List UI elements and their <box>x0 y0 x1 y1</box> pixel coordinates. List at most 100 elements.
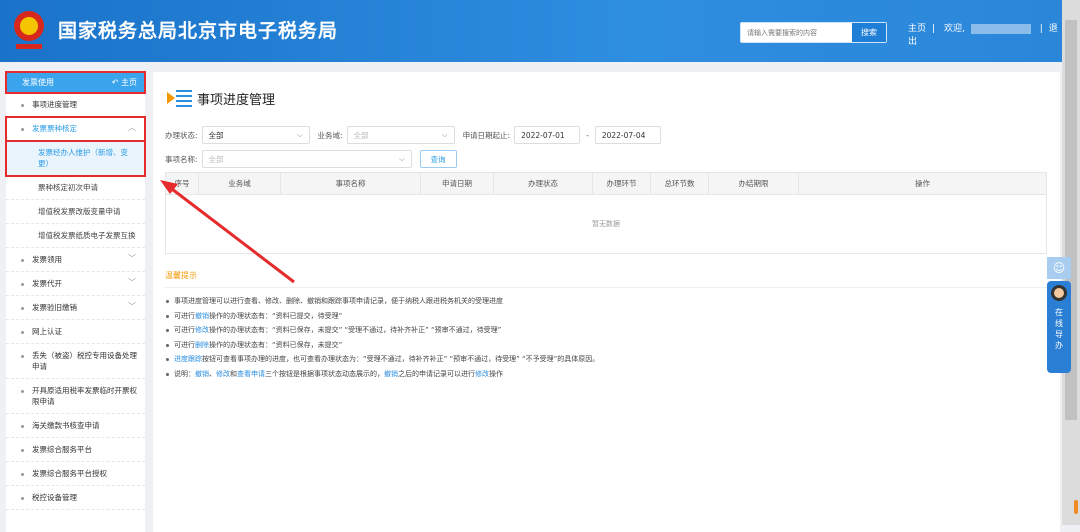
tip-keyword[interactable]: 修改 <box>195 326 209 334</box>
online-guide-button[interactable]: 在线导办 <box>1047 281 1071 373</box>
sidebar-item-service-platform[interactable]: 发票综合服务平台 <box>6 438 145 462</box>
tip-keyword[interactable]: 进度跟踪 <box>174 355 202 363</box>
home-link[interactable]: 主页 <box>908 24 926 34</box>
col-status: 办理状态 <box>494 173 593 194</box>
tip-text: 操作的办理状态有：“资料已保存，未提交” “受理不通过，待补齐补正” “预审不通… <box>209 326 502 334</box>
sidebar: 发票使用 ↶ 主页 事项进度管理 发票票种核定 ︿ 发票经办人维护（新增、变更） … <box>5 71 146 532</box>
section-label: 发票使用 <box>22 78 54 87</box>
col-date: 申请日期 <box>421 173 494 194</box>
results-table: 序号 业务域 事项名称 申请日期 办理状态 办理环节 总环节数 办结期限 操作 … <box>165 172 1047 254</box>
tips-section: 温馨提示 事项进度管理可以进行查看、修改、删除、撤销和跟踪事项申请记录，便于纳税… <box>165 270 1047 381</box>
sidebar-item-invoice-type[interactable]: 发票票种核定 ︿ <box>5 116 146 142</box>
sidebar-item-invoice-issue[interactable]: 发票代开 ﹀ <box>6 272 145 296</box>
tip-item: 事项进度管理可以进行查看、修改、删除、撤销和跟踪事项申请记录，便于纳税人跟进税务… <box>165 294 1047 309</box>
filter-form: 办理状态: 全部 ⌵ 业务域: 全部 ⌵ 申请日期起止: 2022-07-01 - … <box>165 125 669 173</box>
chevron-down-icon: ⌵ <box>296 130 303 139</box>
back-arrow-icon: ↶ <box>111 78 121 87</box>
tip-text: 说明： <box>174 369 195 378</box>
col-total-steps: 总环节数 <box>651 173 709 194</box>
welcome-text: 欢迎, <box>943 24 965 34</box>
chevron-down-icon: ⌵ <box>398 154 405 163</box>
sidebar-item-handler-maintenance[interactable]: 发票经办人维护（新增、变更） <box>5 140 146 177</box>
list-icon <box>167 90 192 107</box>
search-button[interactable]: 搜索 <box>852 23 886 42</box>
tip-keyword[interactable]: 删除 <box>195 341 209 349</box>
tip-keyword[interactable]: 修改 <box>475 370 489 378</box>
tip-text: 三个按钮是根据事项状态动态展示的， <box>265 369 384 378</box>
tip-item: 说明：撤销、修改和查看申请三个按钮是根据事项状态动态展示的，撤销之后的申请记录可… <box>165 367 1047 382</box>
sidebar-item-device-mgmt[interactable]: 税控设备管理 <box>6 486 145 510</box>
tax-emblem-logo <box>14 11 44 49</box>
tip-item: 可进行删除操作的办理状态有：“资料已保存，未提交” <box>165 338 1047 353</box>
sidebar-item-vat-change[interactable]: 增值税发票改版变量申请 <box>6 200 145 224</box>
sidebar-item-lost-device[interactable]: 丢失（被盗）税控专用设备处理申请 <box>6 344 145 379</box>
empty-message: 暂无数据 <box>592 220 620 228</box>
chevron-down-icon: ﹀ <box>128 278 136 287</box>
top-links: 主页 | 欢迎, | 退出 <box>908 23 1058 47</box>
tips-list: 事项进度管理可以进行查看、修改、删除、撤销和跟踪事项申请记录，便于纳税人跟进税务… <box>165 294 1047 381</box>
tip-text: 操作的办理状态有：“资料已保存，未提交” <box>209 340 343 349</box>
tip-keyword[interactable]: 撤销 <box>384 370 398 378</box>
tip-keyword[interactable]: 撤销 <box>195 370 209 378</box>
tips-title: 温馨提示 <box>165 270 1047 288</box>
sidebar-item-online-auth[interactable]: 网上认证 <box>6 320 145 344</box>
tip-text: 按钮可查看事项办理的进度，也可查看办理状态为：“受理不通过，待补齐补正” “预审… <box>202 355 600 363</box>
sidebar-section-header: 发票使用 ↶ 主页 <box>5 71 146 94</box>
sidebar-item-old-rate[interactable]: 开具原适用税率发票临时开票权限申请 <box>6 379 145 414</box>
sidebar-item-customs[interactable]: 海关缴款书核查申请 <box>6 414 145 438</box>
tip-text: 可进行 <box>174 311 195 320</box>
tip-item: 可进行修改操作的办理状态有：“资料已保存，未提交” “受理不通过，待补齐补正” … <box>165 323 1047 338</box>
col-actions: 操作 <box>915 179 930 188</box>
sidebar-item-first-apply[interactable]: 票种核定初次申请 <box>6 176 145 200</box>
tip-item: 进度跟踪按钮可查看事项办理的进度，也可查看办理状态为：“受理不通过，待补齐补正”… <box>165 352 1047 367</box>
tip-text: 事项进度管理可以进行查看、修改、删除、撤销和跟踪事项申请记录，便于纳税人跟进税务… <box>174 297 503 305</box>
col-index: 序号 <box>166 173 199 194</box>
chevron-up-icon: ︿ <box>128 123 136 132</box>
date-to-input[interactable]: 2022-07-04 <box>594 126 661 144</box>
status-label: 办理状态: <box>165 130 198 140</box>
user-icon[interactable]: ☺ <box>1047 257 1071 279</box>
col-domain: 业务域 <box>199 173 281 194</box>
name-label: 事项名称: <box>165 154 198 164</box>
date-from-input[interactable]: 2022-07-01 <box>514 126 581 144</box>
col-deadline: 办结期限 <box>709 173 799 194</box>
tip-keyword[interactable]: 查看申请 <box>237 370 265 378</box>
status-select[interactable]: 全部 ⌵ <box>201 126 310 144</box>
scroll-marker <box>1074 500 1078 514</box>
floating-helper: ☺ 在线导办 <box>1047 257 1071 373</box>
sidebar-item-progress[interactable]: 事项进度管理 <box>6 93 145 117</box>
sidebar-item-invoice-receive[interactable]: 发票领用 ﹀ <box>6 248 145 272</box>
col-step: 办理环节 <box>593 173 651 194</box>
item-name-select[interactable]: 全部 ⌵ <box>201 150 412 168</box>
sidebar-item-vat-swap[interactable]: 增值税发票纸质电子发票互换 <box>6 224 145 248</box>
main-panel: 事项进度管理 办理状态: 全部 ⌵ 业务域: 全部 ⌵ 申请日期起止: 2022-0… <box>153 72 1060 532</box>
tip-text: 可进行 <box>174 340 195 349</box>
date-label: 申请日期起止: <box>462 130 511 140</box>
search-box: 搜索 <box>740 22 887 43</box>
chevron-down-icon: ⌵ <box>441 130 448 139</box>
tip-text: 之后的申请记录可以进行 <box>398 369 475 378</box>
header: 国家税务总局北京市电子税务局 搜索 主页| 欢迎, |退出 <box>0 0 1062 62</box>
tip-item: 可进行撤销操作的办理状态有：“资料已提交，待受理” <box>165 309 1047 324</box>
domain-label: 业务域: <box>317 130 343 140</box>
tip-text: 操作 <box>489 369 503 378</box>
tip-text: 操作的办理状态有：“资料已提交，待受理” <box>209 311 343 320</box>
sidebar-item-platform-auth[interactable]: 发票综合服务平台授权 <box>6 462 145 486</box>
col-name: 事项名称 <box>281 173 421 194</box>
chevron-down-icon: ﹀ <box>128 254 136 263</box>
search-input[interactable] <box>741 23 853 42</box>
query-button[interactable]: 查询 <box>419 150 457 168</box>
chevron-down-icon: ﹀ <box>128 302 136 311</box>
tip-text: 可进行 <box>174 326 195 334</box>
tip-keyword[interactable]: 撤销 <box>195 312 209 320</box>
home-back-button[interactable]: ↶ 主页 <box>112 77 137 88</box>
site-title: 国家税务总局北京市电子税务局 <box>58 20 339 42</box>
page-title: 事项进度管理 <box>167 88 275 108</box>
tip-text: 和 <box>230 369 237 378</box>
sidebar-item-invoice-cancel[interactable]: 发票验旧缴销 ﹀ <box>6 296 145 320</box>
support-avatar-icon <box>1051 285 1067 301</box>
tip-keyword[interactable]: 修改 <box>216 370 230 378</box>
domain-select[interactable]: 全部 ⌵ <box>346 126 455 144</box>
username-blurred <box>970 23 1031 34</box>
table-header: 序号 业务域 事项名称 申请日期 办理状态 办理环节 总环节数 办结期限 操作 <box>166 173 1046 195</box>
